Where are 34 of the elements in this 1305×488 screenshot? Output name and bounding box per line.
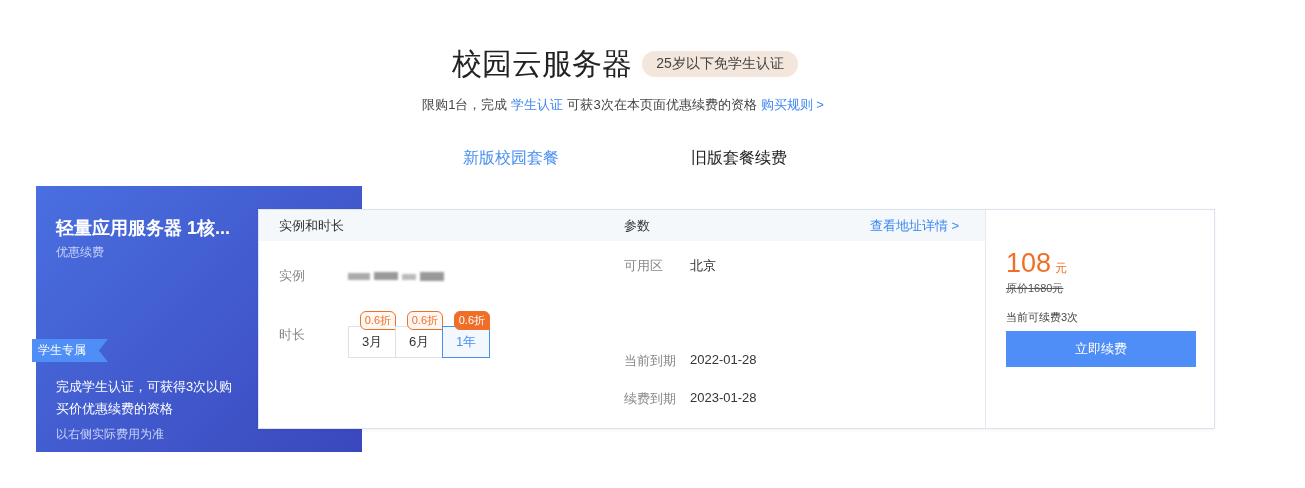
instance-label: 实例: [279, 267, 306, 285]
duration-option[interactable]: 6月: [395, 326, 443, 358]
product-title: 轻量应用服务器 1核...: [56, 217, 230, 240]
tab[interactable]: 新版校园套餐: [463, 148, 559, 169]
renew-button[interactable]: 立即续费: [1006, 331, 1196, 367]
student-badge: 25岁以下免学生认证: [642, 51, 798, 77]
product-subtitle: 优惠续费: [56, 244, 105, 261]
param-value: 2023-01-28: [690, 390, 757, 407]
param-label: 续费到期: [624, 390, 677, 408]
promo-description: 完成学生认证，可获得3次以购买价优惠续费的资格: [56, 378, 234, 418]
renewals-left: 当前可续费3次: [1006, 310, 1079, 325]
price-amount: 108: [1006, 248, 1052, 279]
original-price: 原价1680元: [1006, 281, 1064, 296]
param-value: 北京: [690, 257, 716, 275]
student-verify-link[interactable]: 学生认证: [511, 97, 564, 112]
discount-tag: 0.6折: [453, 311, 490, 330]
column-heading: 参数: [624, 216, 651, 235]
duration-label: 时长: [279, 325, 306, 344]
student-ribbon: 学生专属: [32, 339, 108, 362]
column-heading: 实例和时长: [279, 216, 345, 235]
purchase-rules-link[interactable]: 购买规则 >: [760, 97, 824, 112]
price-unit: 元: [1055, 260, 1068, 277]
promo-note: 以右侧实际费用为准: [56, 426, 165, 443]
param-label: 可用区: [624, 257, 664, 275]
duration-option[interactable]: 3月: [348, 326, 396, 358]
duration-option[interactable]: 1年: [442, 326, 490, 358]
purchase-notice: 限购1台，完成 学生认证 可获3次在本页面优惠续费的资格 购买规则 >: [422, 96, 825, 114]
address-details-link[interactable]: 查看地址详情 >: [869, 216, 959, 235]
param-value: 2022-01-28: [690, 352, 757, 369]
page-title: 校园云服务器: [452, 46, 633, 82]
tab[interactable]: 旧版套餐续费: [691, 148, 787, 169]
discount-tag: 0.6折: [359, 311, 396, 330]
param-label: 当前到期: [624, 352, 677, 370]
discount-tag: 0.6折: [406, 311, 443, 330]
